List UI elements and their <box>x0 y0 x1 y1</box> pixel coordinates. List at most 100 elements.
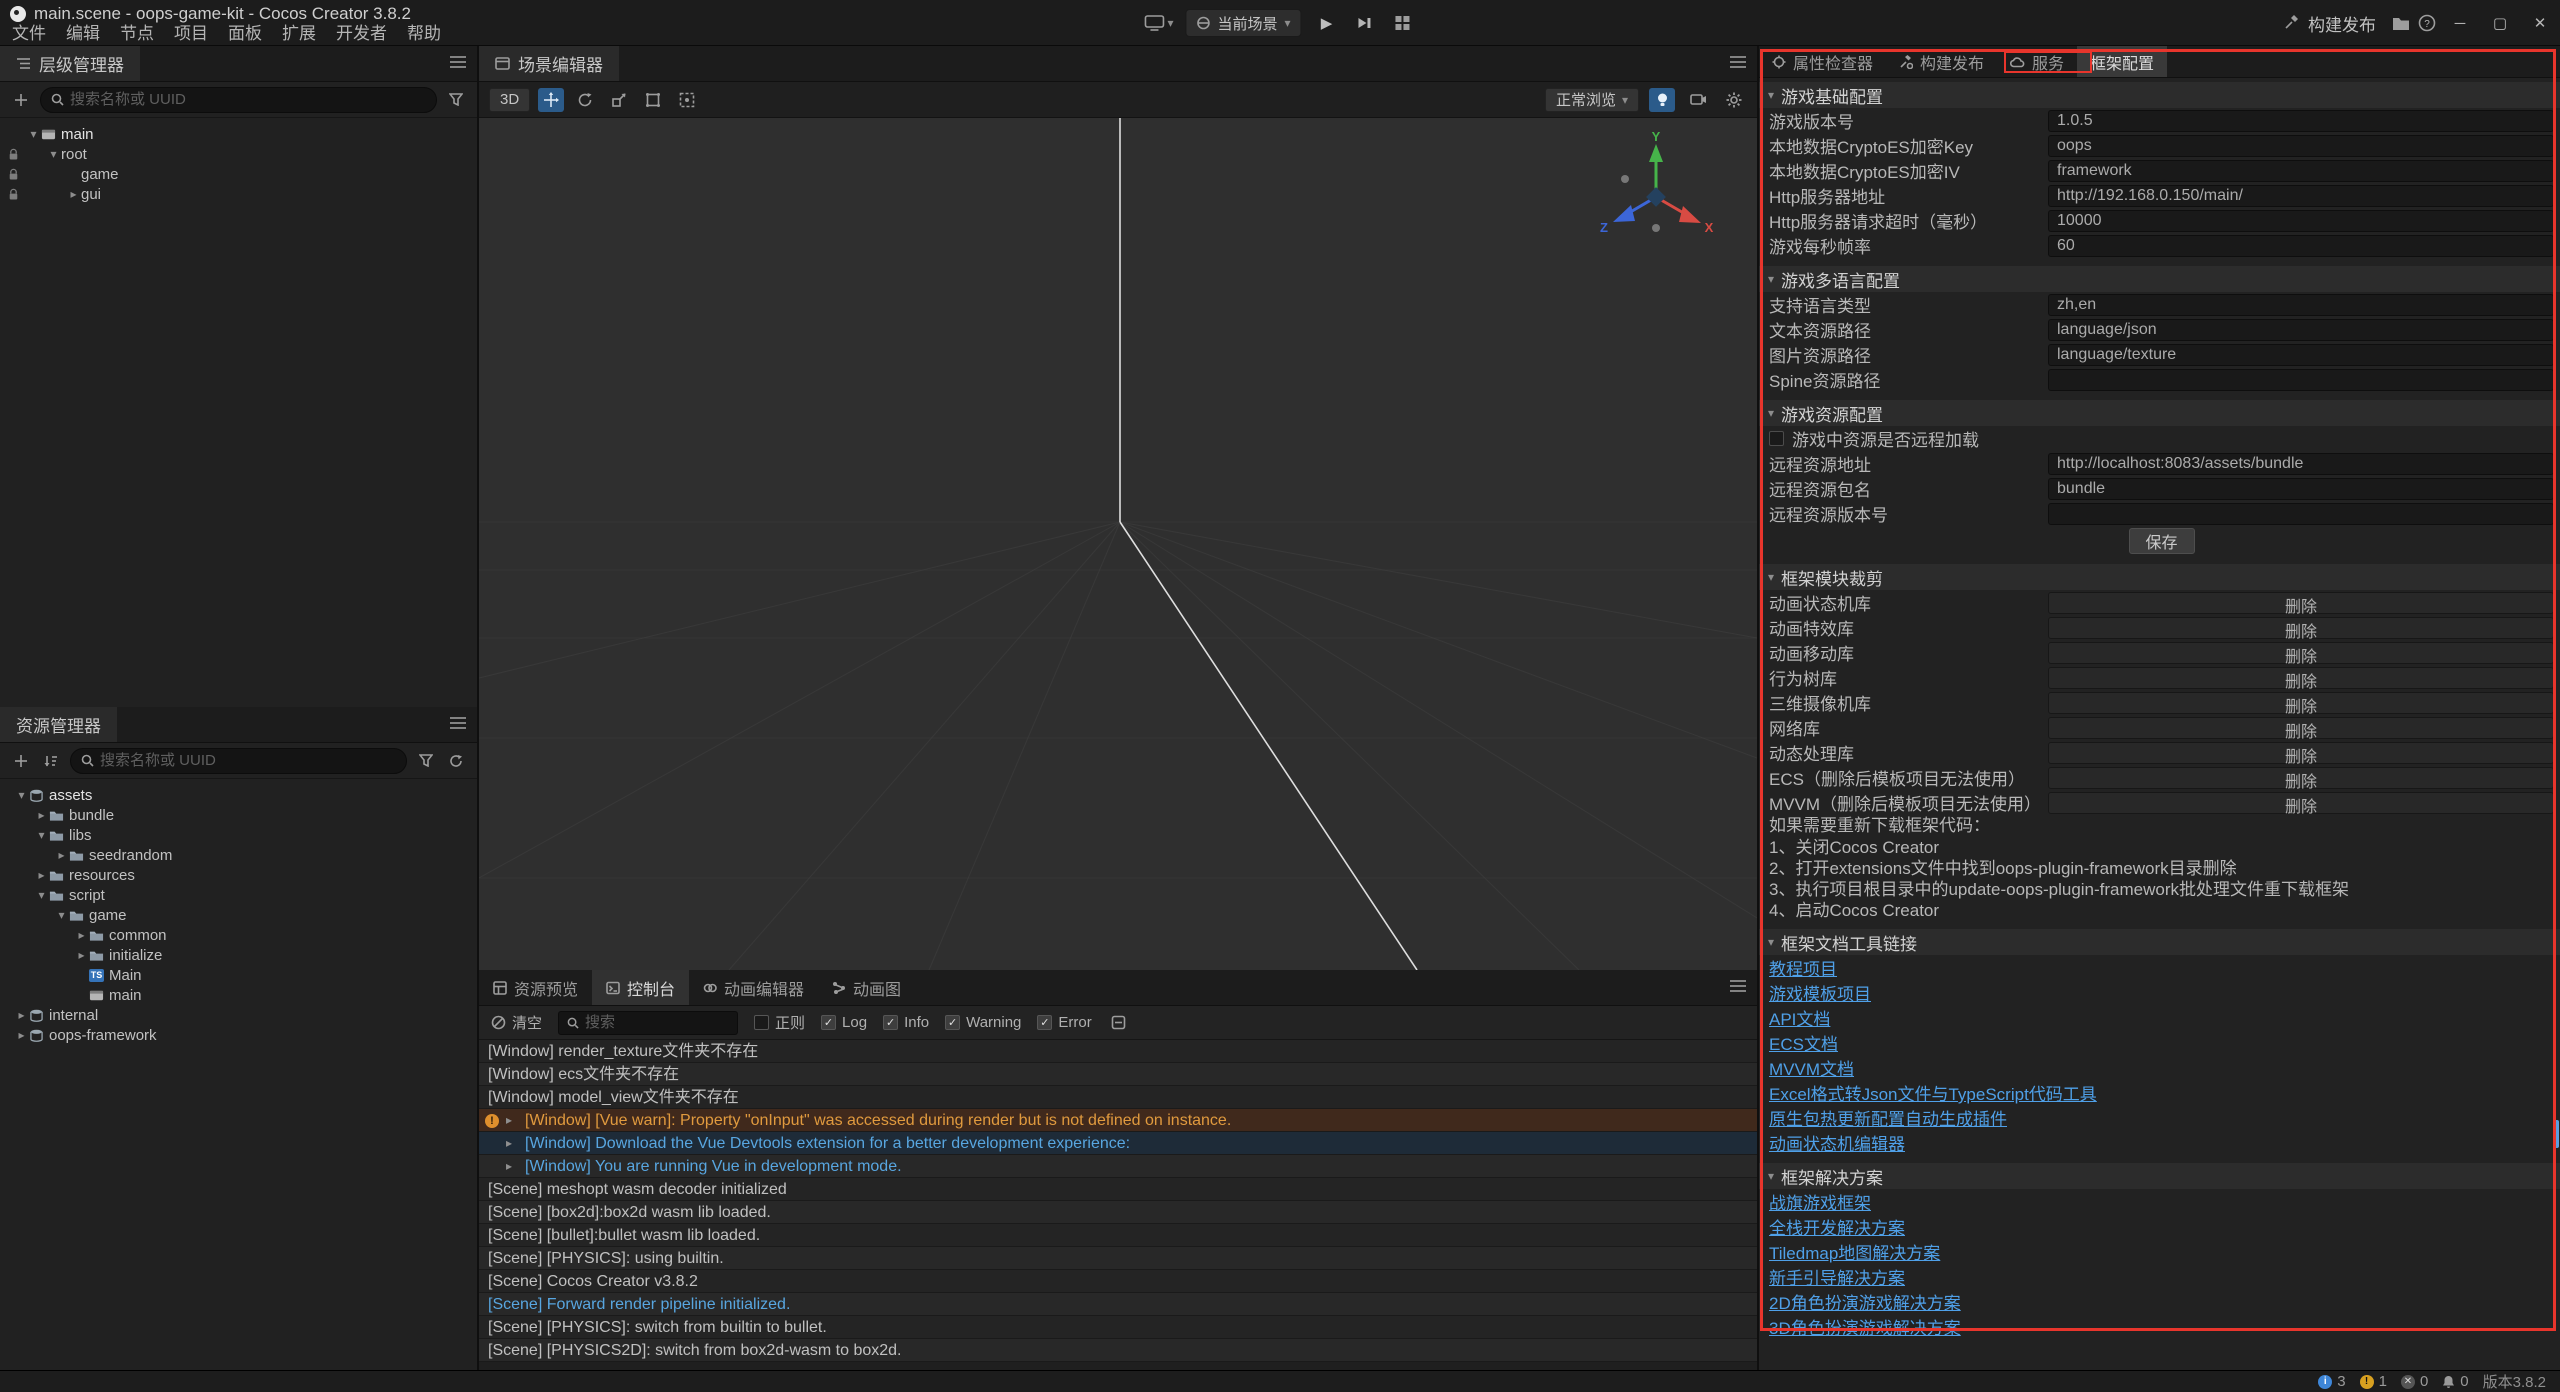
tree-node-libs[interactable]: ▾libs <box>0 825 477 845</box>
tree-node-common[interactable]: ▸common <box>0 925 477 945</box>
anchor-tool-button[interactable] <box>674 88 700 112</box>
link-教程项目[interactable]: 教程项目 <box>1769 955 1837 980</box>
assets-search[interactable] <box>70 748 407 774</box>
filter-Info-checkbox[interactable]: ✓Info <box>883 1014 929 1031</box>
chevron-right-icon[interactable]: ▸ <box>66 187 81 201</box>
tree-node-assets[interactable]: ▾assets <box>0 785 477 805</box>
游戏每秒帧率-input[interactable] <box>2048 235 2554 257</box>
section-header-游戏多语言配置[interactable]: ▾游戏多语言配置 <box>1759 266 2560 292</box>
assets-tab[interactable]: 资源管理器 <box>0 707 117 742</box>
delete-button-动态处理库[interactable]: 删除 <box>2048 742 2554 764</box>
chevron-down-icon[interactable]: ▾ <box>26 127 41 141</box>
chevron-right-icon[interactable]: ▸ <box>34 808 49 822</box>
tree-node-resources[interactable]: ▸resources <box>0 865 477 885</box>
link-动画状态机编辑器[interactable]: 动画状态机编辑器 <box>1769 1130 1905 1155</box>
panel-menu-icon[interactable] <box>1729 55 1747 69</box>
tree-node-Main[interactable]: TSMain <box>0 965 477 985</box>
link-战旗游戏框架[interactable]: 战旗游戏框架 <box>1769 1189 1871 1214</box>
图片资源路径-input[interactable] <box>2048 344 2554 366</box>
close-button[interactable]: ✕ <box>2520 0 2560 46</box>
section-header-游戏资源配置[interactable]: ▾游戏资源配置 <box>1759 400 2560 426</box>
menu-文件[interactable]: 文件 <box>2 22 56 46</box>
log-row[interactable]: ▸[Window] You are running Vue in develop… <box>479 1155 1757 1178</box>
tree-node-game[interactable]: game <box>0 164 477 184</box>
scene-light-toggle[interactable] <box>1649 88 1675 112</box>
远程资源地址-input[interactable] <box>2048 453 2554 475</box>
notification-count[interactable]: 0 <box>2442 1373 2468 1390</box>
log-row[interactable]: [Scene] Cocos Creator v3.8.2 <box>479 1270 1757 1293</box>
console-search-input[interactable] <box>585 1014 729 1031</box>
warning-count[interactable]: ! 1 <box>2360 1373 2387 1390</box>
message-count[interactable]: i 3 <box>2318 1373 2345 1390</box>
支持语言类型-input[interactable] <box>2048 294 2554 316</box>
regex-checkbox[interactable]: 正则 <box>754 1012 805 1033</box>
log-row[interactable]: [Scene] [box2d]:box2d wasm lib loaded. <box>479 1201 1757 1224</box>
scene-selector-dropdown[interactable]: 当前场景 ▾ <box>1185 9 1301 37</box>
console-tab-动画编辑器[interactable]: 动画编辑器 <box>689 970 818 1005</box>
save-button[interactable]: 保存 <box>2129 528 2195 554</box>
delete-button-动画移动库[interactable]: 删除 <box>2048 642 2554 664</box>
link-2D角色扮演游戏解决方案[interactable]: 2D角色扮演游戏解决方案 <box>1769 1289 1961 1314</box>
inspector-tab-属性检查器[interactable]: 属性检查器 <box>1759 46 1886 77</box>
delete-button-动画特效库[interactable]: 删除 <box>2048 617 2554 639</box>
tree-node-gui[interactable]: ▸gui <box>0 184 477 204</box>
delete-button-三维摄像机库[interactable]: 删除 <box>2048 692 2554 714</box>
delete-button-ECS（删除后模板项目无法使用）[interactable]: 删除 <box>2048 767 2554 789</box>
menu-帮助[interactable]: 帮助 <box>397 22 451 46</box>
expand-chevron-icon[interactable]: ▸ <box>506 1155 512 1178</box>
axis-gizmo[interactable]: Y X Z <box>1591 132 1721 262</box>
minimize-button[interactable]: ─ <box>2440 0 2480 46</box>
log-row[interactable]: [Scene] Forward render pipeline initiali… <box>479 1293 1757 1316</box>
chevron-down-icon[interactable]: ▾ <box>34 888 49 902</box>
tree-node-main[interactable]: ▾main <box>0 124 477 144</box>
clear-console-button[interactable]: 清空 <box>491 1012 542 1033</box>
link-新手引导解决方案[interactable]: 新手引导解决方案 <box>1769 1264 1905 1289</box>
游戏版本号-input[interactable] <box>2048 110 2554 132</box>
link-API文档[interactable]: API文档 <box>1769 1005 1830 1030</box>
Http服务器请求超时（毫秒）-input[interactable] <box>2048 210 2554 232</box>
tree-node-root[interactable]: ▾root <box>0 144 477 164</box>
preview-blocks-button[interactable] <box>1390 10 1416 36</box>
help-button[interactable]: ? <box>2414 10 2440 36</box>
log-row[interactable]: ▸[Window] Download the Vue Devtools exte… <box>479 1132 1757 1155</box>
log-row[interactable]: [Window] render_texture文件夹不存在 <box>479 1040 1757 1063</box>
build-publish-button[interactable]: 构建发布 <box>2272 11 2388 36</box>
远程资源包名-input[interactable] <box>2048 478 2554 500</box>
folder-shortcut-button[interactable] <box>2388 10 2414 36</box>
scene-viewport[interactable]: Y X Z <box>479 118 1757 970</box>
console-tab-动画图[interactable]: 动画图 <box>818 970 915 1005</box>
tree-node-bundle[interactable]: ▸bundle <box>0 805 477 825</box>
scale-tool-button[interactable] <box>606 88 632 112</box>
menu-编辑[interactable]: 编辑 <box>56 22 110 46</box>
chevron-right-icon[interactable]: ▸ <box>34 868 49 882</box>
play-button[interactable]: ▶ <box>1314 10 1340 36</box>
filter-Error-checkbox[interactable]: ✓Error <box>1037 1014 1091 1031</box>
delete-button-动画状态机库[interactable]: 删除 <box>2048 592 2554 614</box>
tree-node-script[interactable]: ▾script <box>0 885 477 905</box>
tree-node-main[interactable]: main <box>0 985 477 1005</box>
filter-Log-checkbox[interactable]: ✓Log <box>821 1014 867 1031</box>
menu-面板[interactable]: 面板 <box>218 22 272 46</box>
create-asset-button[interactable] <box>10 750 32 772</box>
section-header-框架文档工具链接[interactable]: ▾框架文档工具链接 <box>1759 929 2560 955</box>
filter-Warning-checkbox[interactable]: ✓Warning <box>945 1014 1021 1031</box>
chevron-down-icon[interactable]: ▾ <box>34 828 49 842</box>
menu-项目[interactable]: 项目 <box>164 22 218 46</box>
chevron-right-icon[interactable]: ▸ <box>54 848 69 862</box>
link-全栈开发解决方案[interactable]: 全栈开发解决方案 <box>1769 1214 1905 1239</box>
rotate-tool-button[interactable] <box>572 88 598 112</box>
log-row[interactable]: [Window] ecs文件夹不存在 <box>479 1063 1757 1086</box>
filter-button[interactable] <box>415 750 437 772</box>
expand-chevron-icon[interactable]: ▸ <box>506 1132 512 1155</box>
tree-node-initialize[interactable]: ▸initialize <box>0 945 477 965</box>
delete-button-MVVM（删除后模板项目无法使用）[interactable]: 删除 <box>2048 792 2554 814</box>
panel-menu-icon[interactable] <box>449 55 467 69</box>
assets-search-input[interactable] <box>100 752 396 769</box>
sort-assets-button[interactable] <box>40 750 62 772</box>
menu-节点[interactable]: 节点 <box>110 22 164 46</box>
本地数据CryptoES加密Key-input[interactable] <box>2048 135 2554 157</box>
远程资源版本号-input[interactable] <box>2048 503 2554 525</box>
link-Excel格式转Json文件与TypeScript代码工具[interactable]: Excel格式转Json文件与TypeScript代码工具 <box>1769 1080 2097 1105</box>
inspector-tab-框架配置[interactable]: 框架配置 <box>2077 46 2167 77</box>
rect-tool-button[interactable] <box>640 88 666 112</box>
